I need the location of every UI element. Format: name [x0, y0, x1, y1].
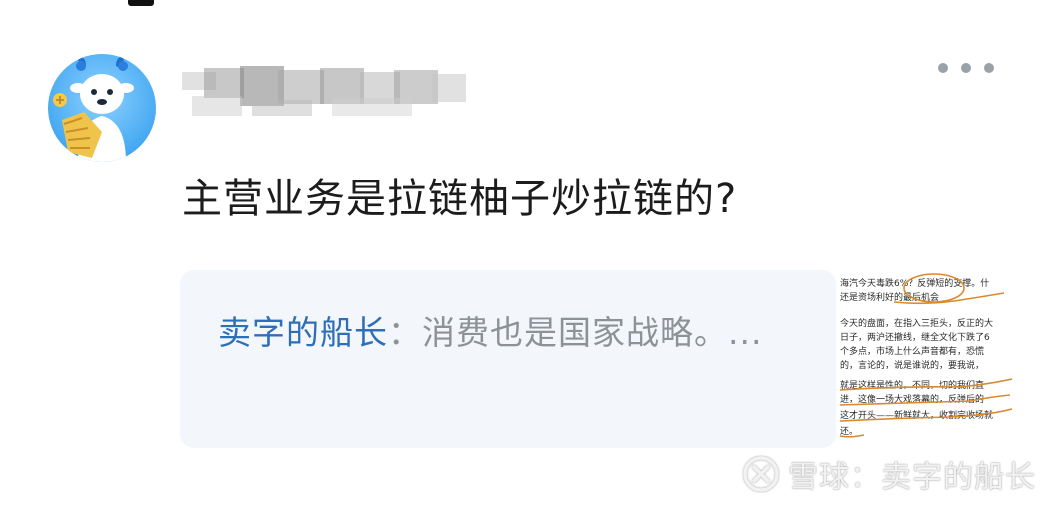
- quoted-post-body: 消费也是国家战略。...: [422, 313, 763, 352]
- quoted-post-separator: ：: [388, 313, 422, 352]
- watermark-author: 卖字的船长: [881, 460, 1036, 495]
- thumbnail-line: 海汽今天毒跌6%？反弹短的支撑。什: [840, 277, 989, 289]
- thumbnail-line: 日子，两沪还撤线，继全文化下跌了6: [840, 331, 990, 343]
- quoted-post-thumbnail[interactable]: 海汽今天毒跌6%？反弹短的支撑。什 还是资场利好的最后机会 今天的盘面，在指入三…: [836, 270, 1018, 448]
- quoted-post-card[interactable]: 卖字的船长：消费也是国家战略。...: [180, 270, 836, 448]
- post-text: 主营业务是拉链柚子炒拉链的?: [182, 176, 738, 222]
- username-blurred[interactable]: [182, 66, 470, 118]
- thumbnail-image: 海汽今天毒跌6%？反弹短的支撑。什 还是资场利好的最后机会 今天的盘面，在指入三…: [839, 273, 1013, 438]
- thumbnail-line: 的，言论的，说是谁说的，要我说，: [840, 359, 984, 371]
- watermark-platform: 雪球: [788, 460, 850, 495]
- thumbnail-line: 个多点，市场上什么声音都有，恐慌: [840, 345, 984, 357]
- status-bar-notch: [128, 0, 154, 6]
- thumbnail-line: 今天的盘面，在指入三拒头，反正的大: [840, 317, 993, 329]
- snowball-logo-icon: [743, 456, 779, 492]
- quoted-post-author[interactable]: 卖字的船长: [218, 313, 388, 352]
- watermark: 雪球：卖字的船长: [742, 452, 1036, 496]
- more-horizontal-icon: [938, 63, 948, 73]
- avatar[interactable]: [48, 54, 156, 162]
- deer-mascot-icon: [53, 56, 134, 162]
- thumbnail-line: 还。: [840, 425, 858, 437]
- more-options-button[interactable]: [938, 58, 994, 78]
- watermark-sep: ：: [850, 460, 881, 495]
- quoted-post-text: 卖字的船长：消费也是国家战略。...: [218, 304, 778, 362]
